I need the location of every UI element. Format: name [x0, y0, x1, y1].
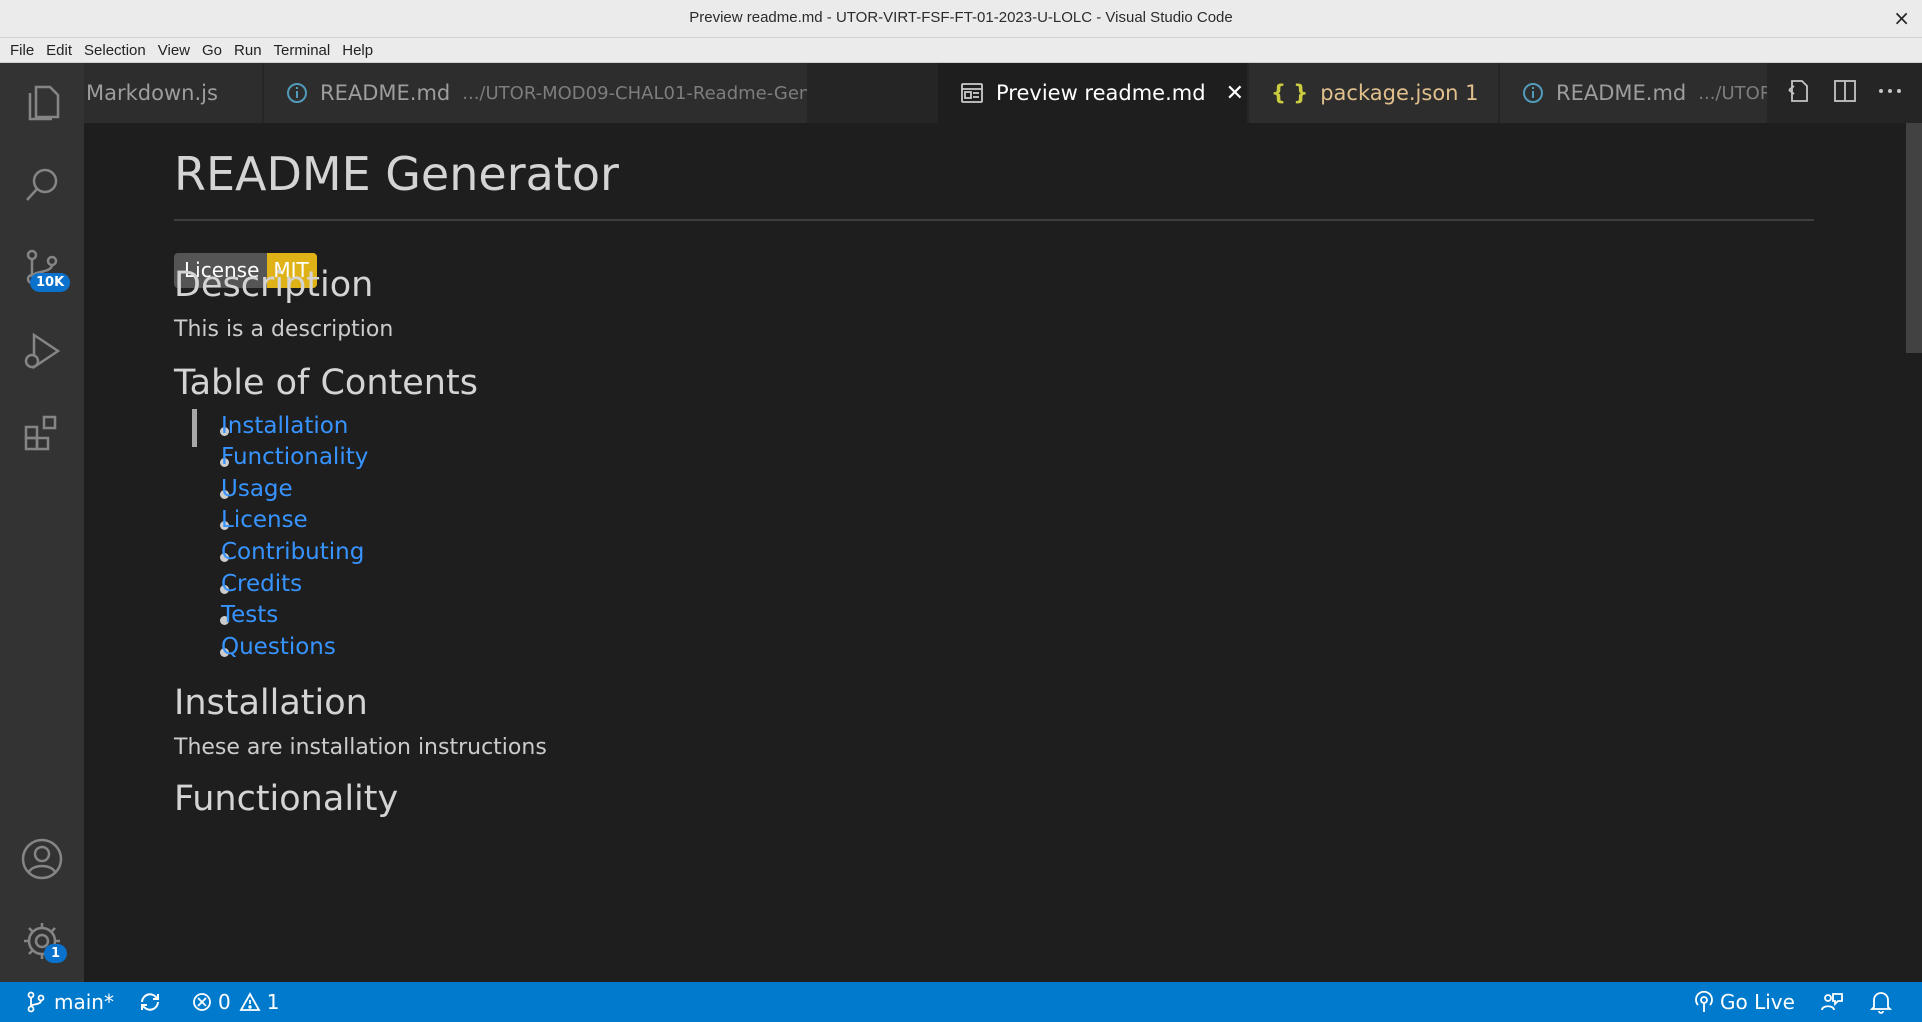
tab-label: package.json 1: [1320, 81, 1479, 105]
tab-label: Preview readme.md: [996, 81, 1206, 105]
open-source-icon[interactable]: [1786, 78, 1812, 108]
editor-tab-bar: Markdown.js README.md .../UTOR-MOD09-CHA…: [84, 63, 1922, 123]
problems-status[interactable]: 0 1: [192, 982, 279, 1022]
go-live-label: Go Live: [1720, 990, 1795, 1014]
tab-label: README.md: [1556, 81, 1687, 105]
toc-focus-indicator: [192, 409, 197, 447]
toc-link-usage[interactable]: Usage: [221, 476, 293, 502]
warning-count: 1: [266, 990, 280, 1014]
vertical-scrollbar[interactable]: [1906, 123, 1922, 982]
explorer-icon[interactable]: [18, 77, 66, 125]
toc-link-credits[interactable]: Credits: [221, 571, 302, 597]
toc-link-contributing[interactable]: Contributing: [221, 539, 364, 565]
json-braces-icon: { }: [1271, 81, 1309, 105]
tab-readme-md[interactable]: README.md .../UTOR-MOD09-CHAL01-Readme-G…: [264, 63, 808, 123]
preview-icon: [960, 82, 984, 104]
branch-status[interactable]: main*: [26, 982, 114, 1022]
menu-view[interactable]: View: [152, 42, 196, 59]
menu-selection[interactable]: Selection: [78, 42, 152, 59]
accounts-icon[interactable]: [18, 835, 66, 883]
tab-markdown-js[interactable]: Markdown.js: [84, 63, 263, 123]
split-editor-icon[interactable]: [1832, 78, 1858, 108]
tab-description: .../UTOR: [1698, 82, 1773, 104]
warning-icon: [239, 992, 261, 1011]
scroll-thumb[interactable]: [1906, 123, 1922, 353]
window-title: Preview readme.md - UTOR-VIRT-FSF-FT-01-…: [689, 9, 1233, 26]
error-icon: [193, 993, 211, 1011]
run-debug-icon[interactable]: [18, 327, 66, 375]
menu-terminal[interactable]: Terminal: [268, 42, 337, 59]
error-count: 0: [218, 990, 231, 1014]
sync-icon[interactable]: [138, 982, 162, 1022]
installation-text: These are installation instructions: [174, 735, 547, 760]
toc-link-license[interactable]: License: [221, 507, 308, 533]
description-heading: Description: [174, 265, 374, 305]
extensions-icon[interactable]: [18, 409, 66, 457]
activity-bar: 10K 1: [0, 63, 84, 982]
menu-go[interactable]: Go: [196, 42, 228, 59]
menu-edit[interactable]: Edit: [40, 42, 78, 59]
installation-heading: Installation: [174, 683, 368, 723]
preview-h1-title: README Generator: [174, 147, 619, 201]
window-close-button[interactable]: ×: [1893, 6, 1910, 30]
info-icon: [1522, 82, 1544, 104]
search-icon[interactable]: [18, 161, 66, 209]
menu-bar: File Edit Selection View Go Run Terminal…: [0, 38, 1922, 63]
more-actions-icon[interactable]: [1877, 78, 1903, 108]
settings-update-badge: 1: [44, 944, 68, 963]
notifications-bell-icon[interactable]: [1870, 982, 1892, 1022]
functionality-heading: Functionality: [174, 779, 399, 819]
tab-readme-md-2[interactable]: README.md .../UTOR: [1500, 63, 1783, 123]
tab-label: Markdown.js: [86, 81, 218, 105]
toc-heading: Table of Contents: [174, 363, 478, 403]
menu-run[interactable]: Run: [228, 42, 268, 59]
scm-count-badge: 10K: [30, 273, 71, 292]
branch-name: main*: [54, 990, 114, 1014]
info-icon: [286, 82, 308, 104]
toc-link-installation[interactable]: Installation: [221, 413, 348, 439]
title-bar: Preview readme.md - UTOR-VIRT-FSF-FT-01-…: [0, 0, 1922, 38]
status-bar: main* 0 1 Go Live: [0, 982, 1922, 1022]
tab-label: README.md: [320, 81, 451, 105]
h1-divider: [174, 219, 1814, 221]
menu-file[interactable]: File: [4, 42, 40, 59]
tab-package-json[interactable]: { } package.json 1: [1249, 63, 1499, 123]
toc-link-functionality[interactable]: Functionality: [221, 444, 368, 470]
tab-preview-readme[interactable]: Preview readme.md ✕: [938, 63, 1248, 123]
tab-description: .../UTOR-MOD09-CHAL01-Readme-Generator: [462, 82, 807, 104]
editor-actions: [1767, 63, 1922, 123]
feedback-icon[interactable]: [1820, 982, 1844, 1022]
broadcast-icon: [1695, 991, 1713, 1012]
close-icon[interactable]: ✕: [1226, 81, 1244, 106]
go-live-button[interactable]: Go Live: [1694, 982, 1795, 1022]
git-branch-icon: [27, 991, 45, 1013]
menu-help[interactable]: Help: [336, 42, 379, 59]
description-text: This is a description: [174, 317, 394, 342]
markdown-preview[interactable]: README Generator License MIT Description…: [84, 123, 1906, 982]
toc-link-tests[interactable]: Tests: [221, 602, 278, 628]
toc-link-questions[interactable]: Questions: [221, 634, 336, 660]
